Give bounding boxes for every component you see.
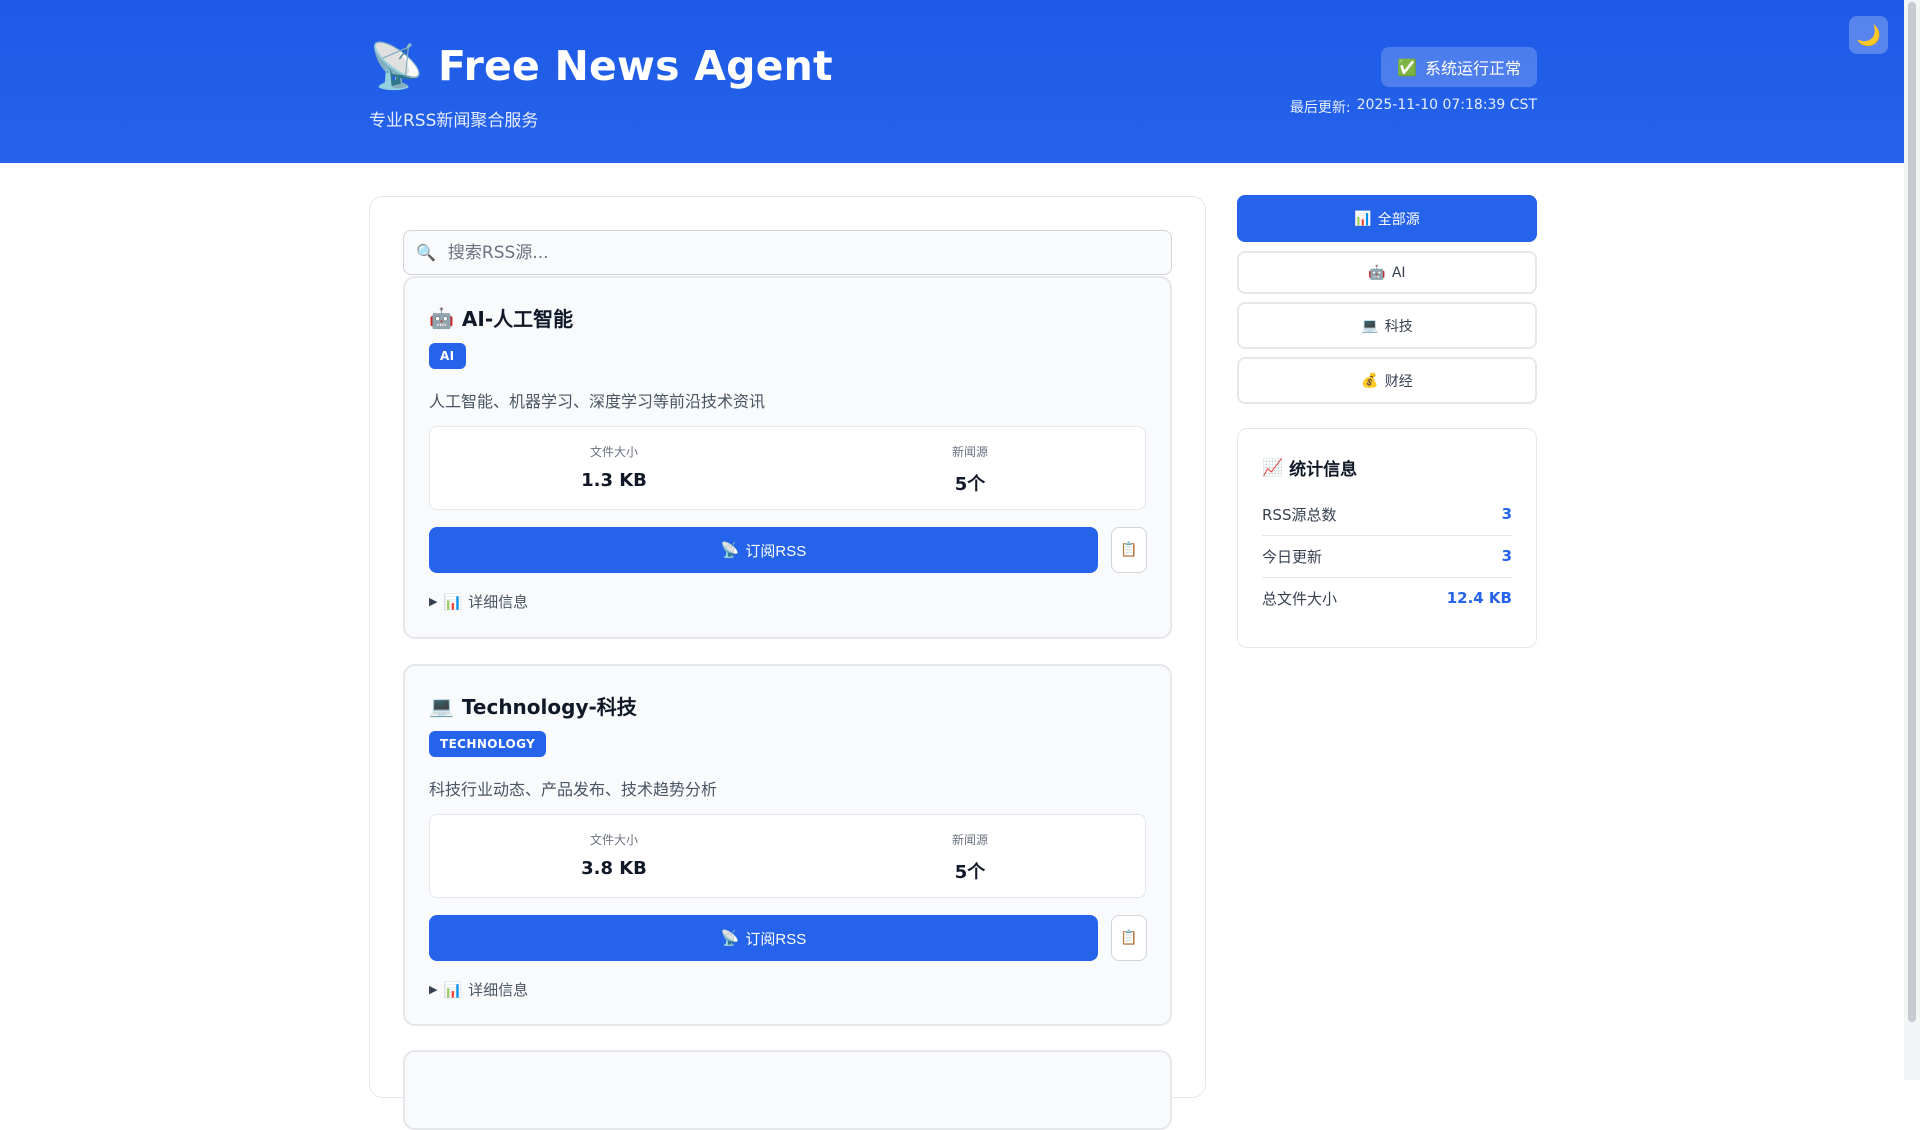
- feed-description: 人工智能、机器学习、深度学习等前沿技术资讯: [429, 392, 766, 411]
- stat-label: RSS源总数: [1262, 505, 1337, 524]
- triangle-right-icon: ▶: [429, 595, 438, 608]
- theme-toggle-button[interactable]: 🌙: [1849, 16, 1888, 54]
- page-scrollbar[interactable]: [1904, 0, 1920, 1080]
- subscribe-rss-button[interactable]: 📡 订阅RSS: [429, 915, 1098, 961]
- system-status-badge: ✅ 系统运行正常: [1381, 47, 1537, 87]
- stat-row-total-sources: RSS源总数 3: [1262, 493, 1512, 536]
- filter-ai-button[interactable]: 🤖 AI: [1237, 251, 1537, 294]
- last-updated-label: 最后更新:: [1289, 100, 1351, 116]
- subscribe-rss-label: 订阅RSS: [745, 930, 807, 948]
- filter-finance-label: 财经: [1384, 373, 1413, 390]
- category-tag: TECHNOLOGY: [429, 731, 547, 757]
- sources-stat: 新闻源 5个: [870, 443, 1070, 496]
- app-subtitle: 专业RSS新闻聚合服务: [369, 111, 539, 131]
- sources-label: 新闻源: [951, 833, 988, 847]
- search-box[interactable]: 🔍: [403, 230, 1172, 275]
- stat-row-today-updates: 今日更新 3: [1262, 535, 1512, 578]
- moon-icon: 🌙: [1856, 23, 1881, 47]
- robot-icon: 🤖: [1368, 264, 1386, 281]
- scrollbar-thumb[interactable]: [1908, 2, 1916, 1022]
- statistics-title: 📈 统计信息: [1262, 455, 1358, 481]
- statistics-panel: 📈 统计信息 RSS源总数 3 今日更新 3 总文件大小 12.4 KB: [1237, 428, 1537, 648]
- satellite-dish-icon: 📡: [369, 41, 424, 92]
- file-size-label: 文件大小: [589, 833, 638, 847]
- details-label: 详细信息: [468, 593, 529, 611]
- feed-description: 科技行业动态、产品发布、技术趋势分析: [429, 780, 718, 799]
- file-size-stat: 文件大小 3.8 KB: [514, 831, 714, 879]
- chart-increasing-icon: 📈: [1262, 457, 1284, 478]
- clipboard-icon: 📋: [1120, 930, 1138, 946]
- filter-all-label: 全部源: [1377, 211, 1420, 228]
- feed-card-technology: 💻 Technology-科技 TECHNOLOGY 科技行业动态、产品发布、技…: [403, 664, 1172, 1026]
- feed-card-title: 💻 Technology-科技: [429, 691, 637, 720]
- file-size-value: 1.3 KB: [581, 470, 647, 491]
- bar-chart-icon: 📊: [443, 980, 463, 999]
- file-size-label: 文件大小: [589, 445, 638, 459]
- statistics-title-text: 统计信息: [1289, 460, 1358, 480]
- feed-card-partial: [403, 1050, 1172, 1130]
- file-size-stat: 文件大小 1.3 KB: [514, 443, 714, 491]
- bar-chart-icon: 📊: [443, 592, 463, 611]
- stat-value: 12.4 KB: [1446, 589, 1512, 607]
- feed-card-title-text: AI-人工智能: [461, 307, 574, 331]
- copy-link-button[interactable]: 📋: [1111, 527, 1147, 573]
- clipboard-icon: 📋: [1120, 542, 1138, 558]
- stat-label: 总文件大小: [1262, 589, 1338, 608]
- app-title-text: Free News Agent: [438, 42, 833, 90]
- stat-label: 今日更新: [1262, 547, 1323, 566]
- satellite-dish-icon: 📡: [720, 542, 740, 559]
- filter-finance-button[interactable]: 💰 财经: [1237, 357, 1537, 404]
- feed-card-title-text: Technology-科技: [461, 695, 637, 719]
- bar-chart-icon: 📊: [1354, 210, 1372, 227]
- file-size-value: 3.8 KB: [581, 858, 647, 879]
- search-input[interactable]: [445, 241, 1159, 264]
- last-updated: 最后更新: 2025-11-10 07:18:39 CST: [1290, 97, 1537, 117]
- satellite-dish-icon: 📡: [720, 930, 740, 947]
- stat-row-total-size: 总文件大小 12.4 KB: [1262, 577, 1512, 619]
- feed-card-ai: 🤖 AI-人工智能 AI 人工智能、机器学习、深度学习等前沿技术资讯 文件大小 …: [403, 276, 1172, 639]
- feed-stats: 文件大小 3.8 KB 新闻源 5个: [429, 814, 1146, 898]
- page-header: 📡 Free News Agent 专业RSS新闻聚合服务 ✅ 系统运行正常 最…: [0, 0, 1904, 163]
- feed-card-title: 🤖 AI-人工智能: [429, 303, 573, 332]
- subscribe-rss-button[interactable]: 📡 订阅RSS: [429, 527, 1098, 573]
- last-updated-value: 2025-11-10 07:18:39 CST: [1356, 97, 1537, 113]
- subscribe-rss-label: 订阅RSS: [745, 542, 807, 560]
- system-status-text: 系统运行正常: [1424, 59, 1521, 78]
- triangle-right-icon: ▶: [429, 983, 438, 996]
- laptop-icon: 💻: [1361, 317, 1379, 334]
- sources-value: 5个: [954, 474, 986, 495]
- feed-list-panel: 🔍 🤖 AI-人工智能 AI 人工智能、机器学习、深度学习等前沿技术资讯 文件大…: [369, 196, 1206, 1130]
- sources-stat: 新闻源 5个: [870, 831, 1070, 884]
- money-bag-icon: 💰: [1361, 372, 1379, 389]
- details-toggle[interactable]: ▶ 📊 详细信息: [429, 591, 528, 612]
- filter-technology-button[interactable]: 💻 科技: [1237, 302, 1537, 349]
- laptop-icon: 💻: [429, 693, 454, 718]
- filter-technology-label: 科技: [1384, 318, 1413, 335]
- details-label: 详细信息: [468, 981, 529, 999]
- category-tag: AI: [429, 343, 466, 369]
- robot-icon: 🤖: [429, 305, 454, 330]
- sources-value: 5个: [954, 862, 986, 883]
- search-icon: 🔍: [416, 243, 436, 262]
- feed-stats: 文件大小 1.3 KB 新闻源 5个: [429, 426, 1146, 510]
- details-toggle[interactable]: ▶ 📊 详细信息: [429, 979, 528, 1000]
- stat-value: 3: [1501, 505, 1512, 523]
- filter-all-button[interactable]: 📊 全部源: [1237, 195, 1537, 242]
- check-icon: ✅: [1397, 57, 1417, 77]
- sources-label: 新闻源: [951, 445, 988, 459]
- app-title: 📡 Free News Agent: [369, 40, 833, 92]
- stat-value: 3: [1501, 547, 1512, 565]
- copy-link-button[interactable]: 📋: [1111, 915, 1147, 961]
- filter-ai-label: AI: [1391, 264, 1406, 281]
